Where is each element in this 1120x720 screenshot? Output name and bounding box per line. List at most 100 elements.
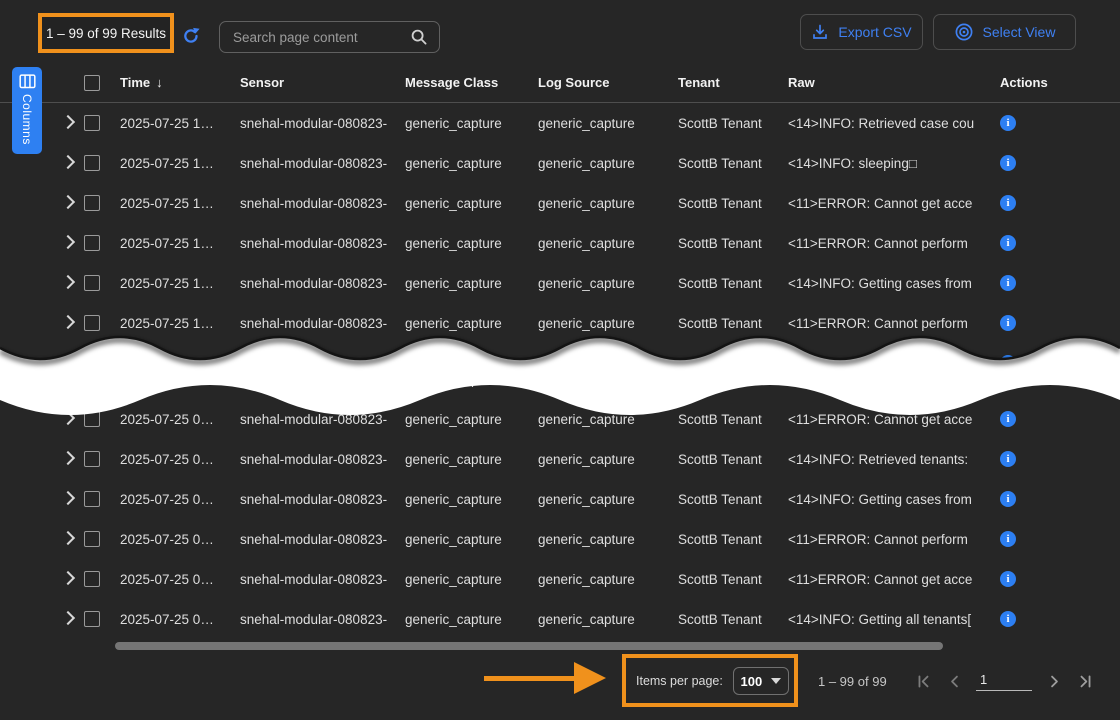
annotation-arrow-head — [574, 662, 606, 694]
table-section-top: Time ↓ Sensor Message Class Log Source T… — [0, 63, 1120, 383]
cell-log-source: generic_capture — [538, 452, 678, 467]
row-checkbox[interactable] — [84, 451, 100, 467]
cell-sensor: snehal-modular-080823- — [240, 492, 405, 507]
chevron-down-icon — [771, 678, 781, 684]
info-icon[interactable]: i — [1000, 275, 1016, 291]
expand-row-chevron-icon[interactable] — [61, 275, 75, 289]
info-icon[interactable]: i — [1000, 371, 1016, 387]
cell-time: 2025-07-25 0… — [120, 452, 240, 467]
table-row: 2025-07-25 1… snehal-modular-080823- gen… — [0, 103, 1120, 143]
cell-message-class: generic_capture — [405, 156, 538, 171]
row-checkbox[interactable] — [84, 315, 100, 331]
cell-message-class: generic_capture — [405, 276, 538, 291]
cell-raw: <14>INFO: Getting cases from — [788, 276, 1000, 291]
cell-sensor: snehal-modular-080823- — [240, 372, 405, 387]
expand-row-chevron-icon[interactable] — [61, 371, 75, 385]
row-checkbox[interactable] — [84, 611, 100, 627]
cell-time: 2025-07-25 0… — [120, 412, 240, 427]
row-checkbox[interactable] — [84, 571, 100, 587]
next-page-button[interactable] — [1045, 673, 1063, 691]
expand-row-chevron-icon[interactable] — [61, 235, 75, 249]
select-all-checkbox[interactable] — [84, 75, 100, 91]
info-icon[interactable]: i — [1000, 315, 1016, 331]
info-icon[interactable]: i — [1000, 195, 1016, 211]
expand-row-chevron-icon[interactable] — [61, 155, 75, 169]
cell-tenant: ScottB Tenant — [678, 532, 788, 547]
expand-row-chevron-icon[interactable] — [61, 571, 75, 585]
table-row: 2025-07-25 0… snehal-modular-080823- gen… — [0, 359, 1120, 399]
cell-tenant: ScottB Tenant — [678, 156, 788, 171]
row-checkbox[interactable] — [84, 491, 100, 507]
cell-time: 2025-07-25 1… — [120, 156, 240, 171]
column-header-time[interactable]: Time ↓ — [120, 75, 240, 90]
cell-time: 2025-07-25 1… — [120, 236, 240, 251]
row-checkbox[interactable] — [84, 115, 100, 131]
table-section-bottom: 2025-07-25 0… snehal-modular-080823- gen… — [0, 359, 1120, 639]
columns-tab-label: Columns — [20, 94, 34, 145]
cell-tenant: ScottB Tenant — [678, 412, 788, 427]
expand-row-chevron-icon[interactable] — [61, 315, 75, 329]
row-checkbox[interactable] — [84, 275, 100, 291]
column-header-message-class: Message Class — [405, 75, 538, 90]
cell-message-class: generic_capture — [405, 492, 538, 507]
rows-group-top: 2025-07-25 1… snehal-modular-080823- gen… — [0, 103, 1120, 383]
export-csv-button[interactable]: Export CSV — [800, 14, 923, 50]
cell-log-source: generic_capture — [538, 276, 678, 291]
expand-row-chevron-icon[interactable] — [61, 611, 75, 625]
expand-row-chevron-icon[interactable] — [61, 451, 75, 465]
row-checkbox[interactable] — [84, 155, 100, 171]
cell-message-class: generic_capture — [405, 572, 538, 587]
table-row: 2025-07-25 0… snehal-modular-080823- gen… — [0, 479, 1120, 519]
horizontal-scrollbar[interactable] — [115, 642, 943, 650]
cell-tenant: ScottB Tenant — [678, 492, 788, 507]
info-icon[interactable]: i — [1000, 611, 1016, 627]
select-view-label: Select View — [983, 24, 1056, 40]
row-checkbox[interactable] — [84, 235, 100, 251]
page-number-input[interactable] — [976, 672, 1032, 691]
info-icon[interactable]: i — [1000, 451, 1016, 467]
info-icon[interactable]: i — [1000, 571, 1016, 587]
cell-sensor: snehal-modular-080823- — [240, 116, 405, 131]
previous-page-button[interactable] — [945, 673, 963, 691]
info-icon[interactable]: i — [1000, 155, 1016, 171]
results-count-label: 1 – 99 of 99 Results — [46, 26, 166, 41]
row-checkbox[interactable] — [84, 371, 100, 387]
cell-log-source: generic_capture — [538, 492, 678, 507]
cell-message-class: generic_capture — [405, 412, 538, 427]
info-icon[interactable]: i — [1000, 115, 1016, 131]
refresh-button[interactable] — [181, 26, 201, 46]
cell-tenant: ScottB Tenant — [678, 452, 788, 467]
row-checkbox[interactable] — [84, 195, 100, 211]
cell-log-source: generic_capture — [538, 532, 678, 547]
last-page-button[interactable] — [1076, 673, 1094, 691]
cell-raw: <14>INFO: Retrieved case cou — [788, 116, 1000, 131]
items-per-page-select[interactable]: 100 — [733, 667, 789, 695]
first-page-button[interactable] — [914, 673, 932, 691]
cell-time: 2025-07-25 0… — [120, 372, 240, 387]
cell-sensor: snehal-modular-080823- — [240, 452, 405, 467]
info-icon[interactable]: i — [1000, 531, 1016, 547]
select-view-button[interactable]: Select View — [933, 14, 1076, 50]
info-icon[interactable]: i — [1000, 235, 1016, 251]
info-icon[interactable]: i — [1000, 491, 1016, 507]
table-row: 2025-07-25 1… snehal-modular-080823- gen… — [0, 223, 1120, 263]
expand-row-chevron-icon[interactable] — [61, 411, 75, 425]
cell-time: 2025-07-25 1… — [120, 316, 240, 331]
expand-row-chevron-icon[interactable] — [61, 491, 75, 505]
info-icon[interactable]: i — [1000, 411, 1016, 427]
cell-log-source: generic_capture — [538, 316, 678, 331]
row-checkbox[interactable] — [84, 531, 100, 547]
expand-row-chevron-icon[interactable] — [61, 195, 75, 209]
items-per-page-label: Items per page: — [636, 674, 723, 688]
cell-time: 2025-07-25 0… — [120, 532, 240, 547]
expand-row-chevron-icon[interactable] — [61, 531, 75, 545]
search-input[interactable] — [220, 30, 406, 45]
cell-tenant: ScottB Tenant — [678, 572, 788, 587]
cell-log-source: generic_capture — [538, 116, 678, 131]
row-checkbox[interactable] — [84, 411, 100, 427]
expand-row-chevron-icon[interactable] — [61, 115, 75, 129]
columns-panel-tab[interactable]: Columns — [12, 67, 42, 154]
cell-time: 2025-07-25 1… — [120, 196, 240, 211]
search-icon[interactable] — [410, 28, 428, 46]
cell-message-class: generic_capture — [405, 236, 538, 251]
